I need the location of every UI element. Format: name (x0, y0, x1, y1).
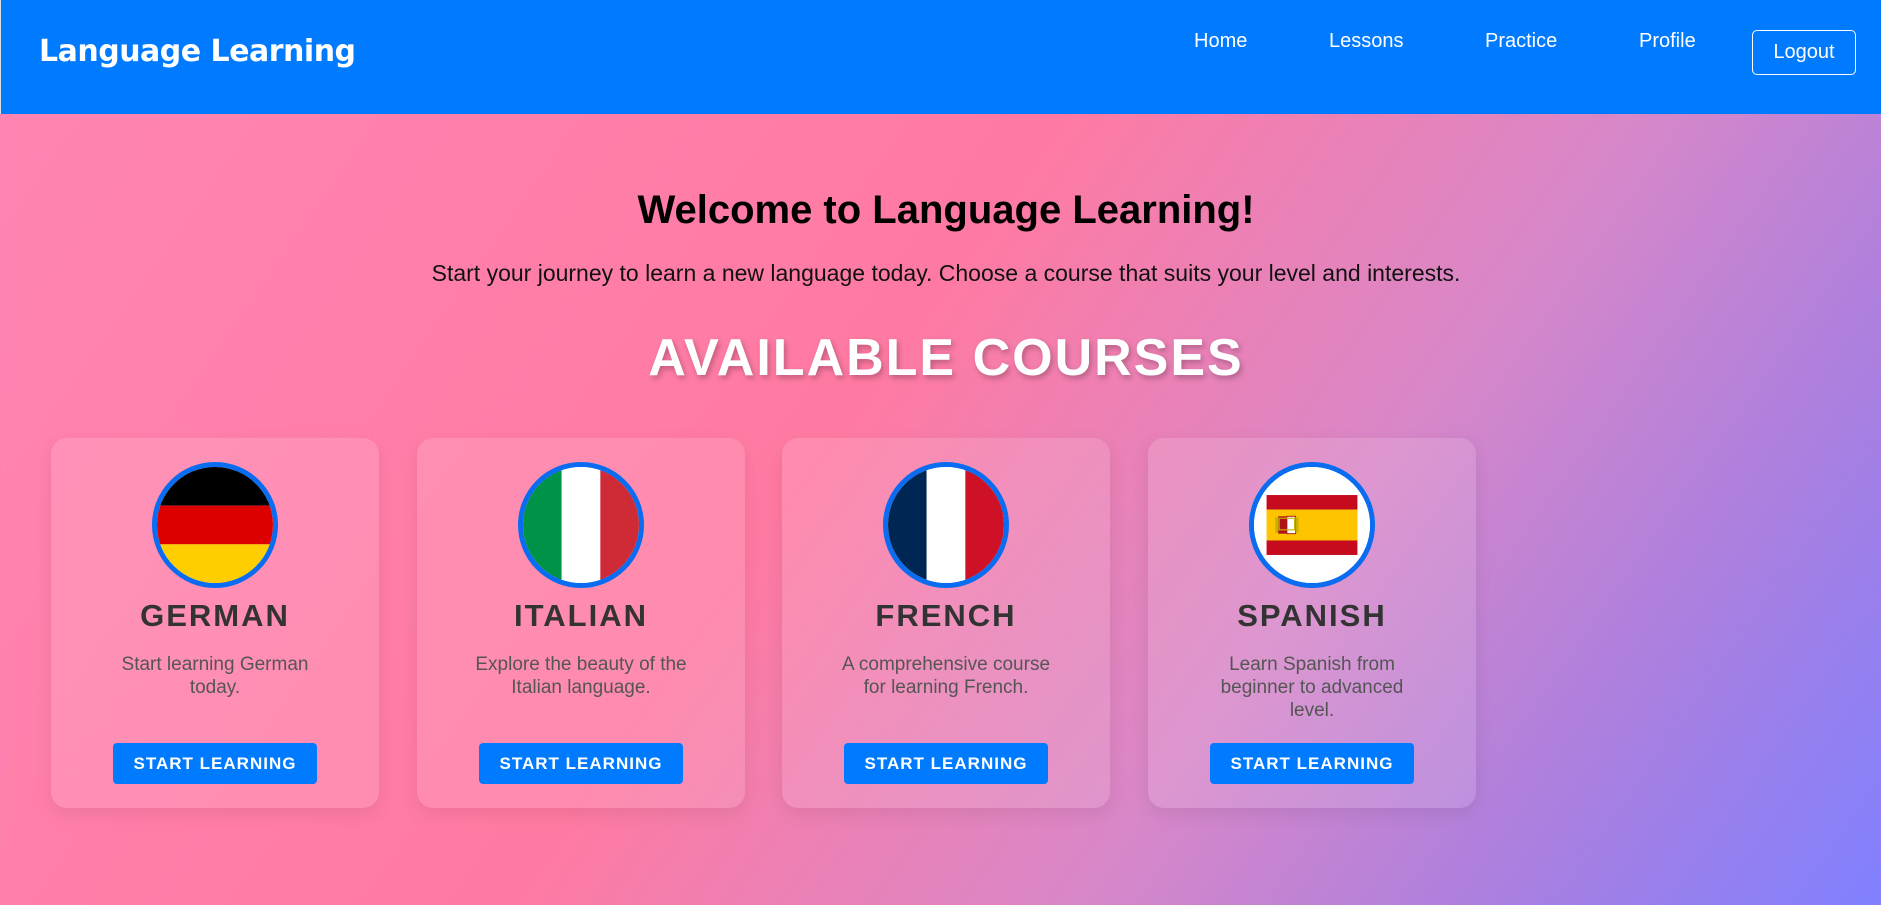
start-learning-spanish-button[interactable]: START LEARNING (1210, 743, 1414, 784)
course-title: ITALIAN (514, 598, 648, 633)
brand-logo[interactable]: Language Learning (39, 34, 356, 69)
navbar: Language Learning Home Lessons Practice … (0, 0, 1881, 114)
spain-flag-icon (1249, 462, 1375, 588)
course-card-italian: ITALIAN Explore the beauty of the Italia… (417, 438, 745, 808)
course-description: Explore the beauty of the Italian langua… (475, 654, 687, 698)
courses-section-title: AVAILABLE COURSES (648, 329, 1244, 387)
nav-home-link[interactable]: Home (1194, 30, 1247, 53)
france-flag-icon (883, 462, 1009, 588)
italy-flag-icon (518, 462, 644, 588)
course-title: SPANISH (1237, 598, 1387, 633)
nav-practice-link[interactable]: Practice (1485, 30, 1557, 53)
course-description: A comprehensive course for learning Fren… (841, 654, 1051, 698)
start-learning-italian-button[interactable]: START LEARNING (479, 743, 683, 784)
logout-button[interactable]: Logout (1752, 30, 1856, 75)
nav-profile-link[interactable]: Profile (1639, 30, 1696, 53)
course-description: Learn Spanish from beginner to advanced … (1220, 654, 1404, 721)
nav-lessons-link[interactable]: Lessons (1329, 30, 1404, 53)
course-description: Start learning German today. (121, 654, 309, 698)
course-card-german: GERMAN Start learning German today. STAR… (51, 438, 379, 808)
course-title: FRENCH (875, 598, 1017, 633)
course-card-french: FRENCH A comprehensive course for learni… (782, 438, 1110, 808)
start-learning-german-button[interactable]: START LEARNING (113, 743, 317, 784)
start-learning-french-button[interactable]: START LEARNING (844, 743, 1048, 784)
welcome-subtitle: Start your journey to learn a new langua… (431, 260, 1461, 286)
germany-flag-icon (152, 462, 278, 588)
course-card-spanish: SPANISH Learn Spanish from beginner to a… (1148, 438, 1476, 808)
course-title: GERMAN (140, 598, 290, 633)
welcome-title: Welcome to Language Learning! (637, 188, 1255, 232)
